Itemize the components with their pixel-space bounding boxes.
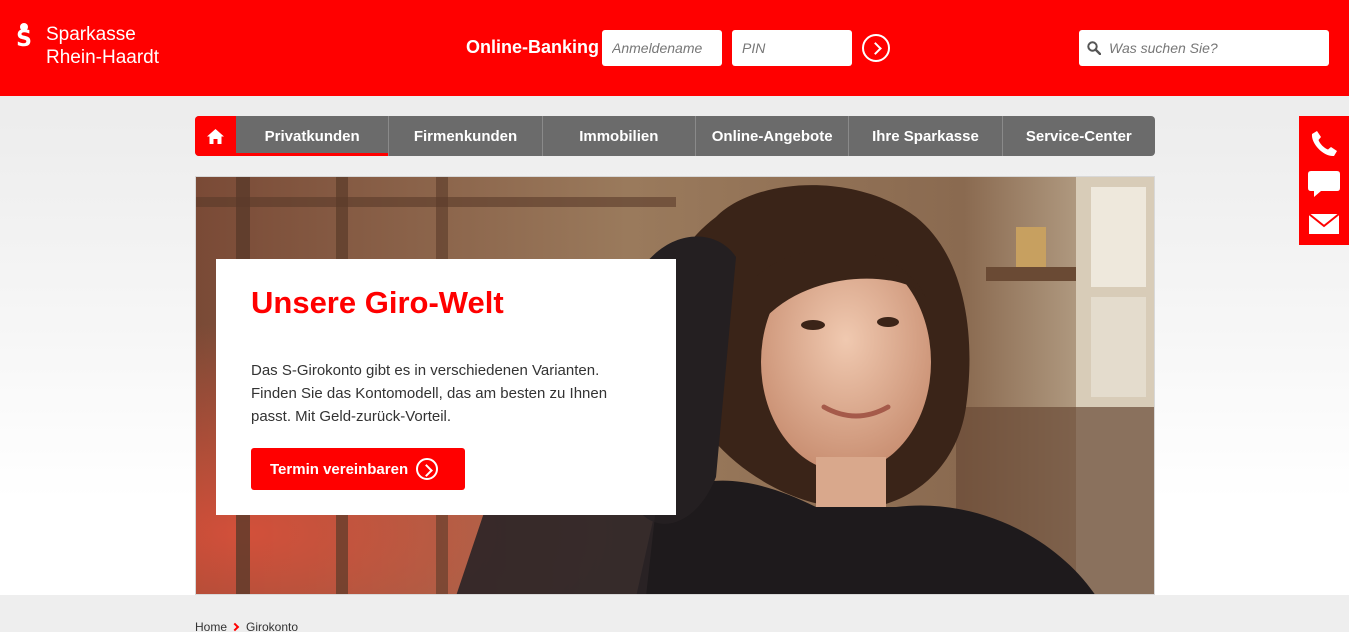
header-bar: S Sparkasse Rhein-Haardt Online-Banking [0,0,1349,96]
brand-name: Sparkasse Rhein-Haardt [46,23,159,69]
sparkasse-s-logo-icon: S [12,23,36,51]
chat-icon [1308,171,1340,197]
phone-icon [1311,131,1337,157]
mail-icon [1308,213,1340,234]
mail-button[interactable] [1299,204,1349,244]
brand-line-2: Rhein-Haardt [46,47,159,68]
sparkasse-logo[interactable]: S Sparkasse Rhein-Haardt [12,23,159,69]
nav-item-online-angebote[interactable]: Online-Angebote [694,116,848,156]
home-icon [207,128,224,144]
login-submit-button[interactable] [862,34,890,62]
online-banking-label: Online-Banking [466,37,600,57]
cta-label: Termin vereinbaren [270,460,409,478]
breadcrumb: Home Girokonto [195,620,298,632]
nav-item-immobilien[interactable]: Immobilien [541,116,695,156]
hero-title: Unsere Giro-Welt [251,285,504,320]
termin-vereinbaren-button[interactable]: Termin vereinbaren [251,448,465,490]
hero-text: Das S-Girokonto gibt es in verschiedenen… [251,362,608,425]
breadcrumb-current: Girokonto [246,620,299,632]
chevron-right-icon [230,622,240,632]
nav-item-firmenkunden[interactable]: Firmenkunden [388,116,541,156]
nav-home-button[interactable] [195,116,236,156]
search-box[interactable] [1079,30,1329,66]
search-icon [1087,41,1101,55]
hero-teaser: Unsere Giro-Welt Das S-Girokonto gibt es… [195,176,1155,595]
nav-item-service-center[interactable]: Service-Center [1001,116,1155,156]
brand-line-1: Sparkasse [46,24,136,45]
main-navigation: Privatkunden Firmenkunden Immobilien Onl… [195,116,1155,156]
nav-item-privatkunden[interactable]: Privatkunden [236,116,389,156]
breadcrumb-home-link[interactable]: Home [195,620,227,632]
nav-item-ihre-sparkasse[interactable]: Ihre Sparkasse [848,116,1001,156]
search-input[interactable] [1109,30,1324,66]
contact-sidebar [1299,116,1349,245]
username-field[interactable] [602,30,722,66]
chat-button[interactable] [1299,164,1349,204]
phone-button[interactable] [1299,124,1349,164]
chevron-right-circle-icon [416,458,439,480]
hero-card: Unsere Giro-Welt Das S-Girokonto gibt es… [216,259,676,515]
pin-field[interactable] [732,30,852,66]
